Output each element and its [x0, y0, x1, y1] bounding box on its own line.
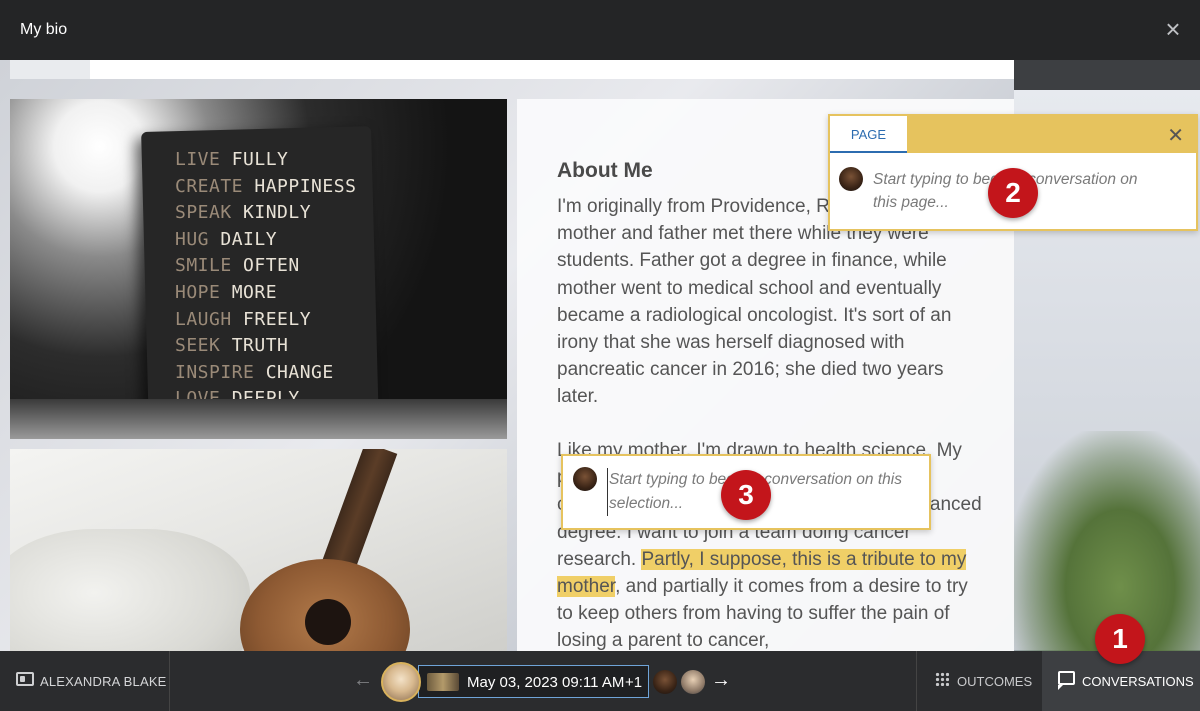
footer-bar: ALEXANDRA BLAKE ← May 03, 2023 09:11 AM … — [0, 651, 1200, 711]
back-arrow-icon[interactable]: ← — [353, 669, 373, 692]
chat-icon — [1058, 671, 1075, 690]
avatar — [839, 167, 863, 191]
top-strip-tab[interactable] — [10, 60, 90, 79]
guitar-sound-hole — [305, 599, 351, 645]
id-card-icon — [16, 672, 34, 686]
tab-page[interactable]: PAGE — [830, 116, 907, 153]
close-icon[interactable]: × — [1162, 16, 1184, 42]
book-line: LIVE FULLY — [175, 149, 289, 170]
version-selector[interactable]: May 03, 2023 09:11 AM +1 — [418, 665, 649, 698]
close-icon[interactable]: ✕ — [1167, 123, 1184, 148]
book-line: SPEAK KINDLY — [175, 202, 312, 224]
pillow — [10, 529, 250, 651]
background-dark-band — [1014, 60, 1200, 90]
step-badge-3: 3 — [721, 470, 771, 520]
shelf — [10, 399, 507, 439]
paragraph-2-tail: , and partially it comes from a desire t… — [557, 576, 968, 651]
student-name: ALEXANDRA BLAKE — [40, 674, 167, 689]
avatar[interactable] — [681, 670, 705, 694]
guitar-photo — [10, 449, 507, 651]
book-line: SEEK TRUTH — [175, 335, 289, 357]
outcomes-label: OUTCOMES — [957, 674, 1033, 689]
avatar — [573, 467, 597, 491]
step-badge-2: 2 — [988, 168, 1038, 218]
book-line: HUG DAILY — [175, 228, 278, 250]
thumbnail — [427, 673, 459, 691]
student-button[interactable]: ALEXANDRA BLAKE — [0, 651, 170, 711]
avatar[interactable] — [653, 670, 677, 694]
book-line: SMILE OFTEN — [175, 255, 300, 277]
book-photo: LIVE FULLY CREATE HAPPINESS SPEAK KINDLY… — [10, 99, 507, 439]
outcomes-icon — [935, 672, 949, 686]
extra-count: +1 — [625, 674, 643, 691]
modal-header: My bio × — [0, 0, 1200, 60]
avatar[interactable] — [381, 662, 421, 702]
book-text: LIVE FULLY CREATE HAPPINESS SPEAK KINDLY… — [175, 147, 356, 413]
step-badge-1: 1 — [1095, 614, 1145, 664]
outcomes-button[interactable]: OUTCOMES — [916, 651, 1042, 711]
modal-title: My bio — [20, 21, 68, 38]
forward-arrow-icon[interactable]: → — [711, 669, 731, 692]
top-strip — [10, 60, 1014, 79]
book-line: INSPIRE CHANGE — [175, 361, 334, 383]
book-line: CREATE HAPPINESS — [175, 175, 357, 197]
conversations-label: CONVERSATIONS — [1082, 674, 1194, 689]
about-heading: About Me — [557, 159, 653, 182]
book-line: HOPE MORE — [175, 281, 278, 303]
book-line: LAUGH FREELY — [175, 308, 312, 330]
version-date: May 03, 2023 09:11 AM — [467, 674, 625, 691]
